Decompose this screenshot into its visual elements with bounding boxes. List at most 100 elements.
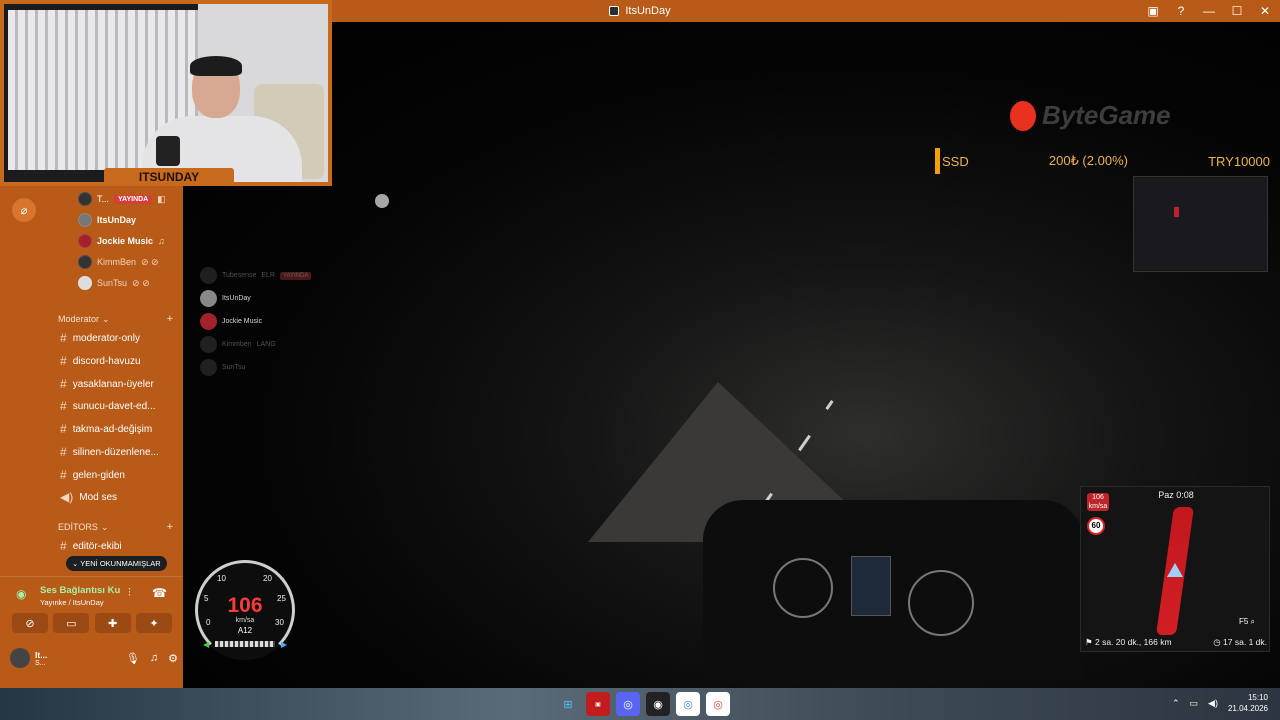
- voice-connection-channel[interactable]: Yayınke / ItsUnDay: [40, 598, 104, 607]
- add-channel-icon[interactable]: +: [167, 521, 173, 533]
- live-badge: YAYINDA: [280, 271, 312, 280]
- avatar: [200, 313, 217, 330]
- hotkey-label: F5: [1238, 617, 1249, 626]
- channel-yasaklanan-uyeler[interactable]: # yasaklanan-üyeler: [60, 377, 172, 391]
- screen-share-button[interactable]: ▭: [53, 613, 90, 633]
- channel-name: silinen-düzenlene...: [72, 446, 159, 458]
- voice-overlay-name: SunTsu: [222, 364, 246, 371]
- clock[interactable]: 15:10 21.04.2026: [1228, 692, 1268, 714]
- avatar: [200, 359, 217, 376]
- moon: [375, 194, 389, 208]
- gps-navigation[interactable]: Paz 0:08 106 km/sa 60 F5 ⌕ ⚑ 2 sa. 20 dk…: [1080, 486, 1270, 652]
- gear-icon[interactable]: ⚙: [168, 652, 178, 665]
- camera-off-button[interactable]: ⊘: [12, 613, 48, 633]
- activities-button[interactable]: ✚: [94, 613, 131, 633]
- obs-icon[interactable]: ◉: [646, 692, 670, 716]
- speed-unit: km/sa: [235, 617, 255, 624]
- game-view[interactable]: ByteGame SSD 200₺ (2.00%) TRY10000 Tubes…: [183, 22, 1280, 688]
- tachometer-gauge: [773, 558, 833, 618]
- discord-icon[interactable]: ◎: [616, 692, 640, 716]
- voice-member[interactable]: Jockie Music ♫: [78, 234, 165, 248]
- microphone-icon: [156, 136, 180, 166]
- channel-name: sunucu-davet-ed...: [72, 400, 156, 412]
- avatar: [200, 267, 217, 284]
- channel-sunucu-davet[interactable]: # sunucu-davet-ed...: [60, 399, 172, 413]
- user-name: It...: [35, 649, 48, 660]
- tail-light: [1174, 207, 1179, 217]
- category-moderator[interactable]: Moderator ⌄ +: [58, 313, 173, 325]
- hash-icon: #: [60, 445, 67, 459]
- channel-moderator-only[interactable]: # moderator-only: [60, 331, 172, 345]
- screen: ItsUnDay ▣ ? — ☐ ✕ ByteGame SSD 200₺ (2.…: [0, 0, 1280, 720]
- channel-gelen-giden[interactable]: # gelen-giden: [60, 468, 172, 482]
- hash-icon: #: [60, 422, 67, 436]
- channel-mod-ses[interactable]: ◀) Mod ses: [60, 490, 172, 504]
- soundboard-button[interactable]: ✦: [135, 613, 172, 633]
- category-editors[interactable]: EDİTORS ⌄ +: [58, 521, 173, 533]
- flag-icon: ⚑: [1085, 637, 1095, 647]
- volume-icon[interactable]: ◀): [1208, 698, 1218, 709]
- zoom-hotkey[interactable]: F5 ⌕: [1239, 617, 1255, 627]
- channel-silinen[interactable]: # silinen-düzenlene...: [60, 445, 172, 459]
- trip-distance: 2 sa. 20 dk., 166 km: [1094, 637, 1172, 647]
- avatar: [200, 336, 217, 353]
- voice-member-name: KimmBen: [97, 257, 137, 267]
- streamer: [142, 56, 302, 182]
- voice-overlay-row: ItsUnDay: [200, 287, 311, 310]
- explore-servers-icon[interactable]: ⌀: [12, 198, 36, 222]
- voice-member[interactable]: T... YAYINDA ◧: [78, 192, 166, 206]
- search-icon: ⌕: [1250, 617, 1255, 626]
- maximize-button[interactable]: ☐: [1230, 4, 1244, 18]
- picture-in-picture-icon[interactable]: ▣: [1146, 4, 1160, 18]
- microphone-icon[interactable]: 🎙︎: [126, 652, 140, 665]
- streamer-hair: [190, 56, 242, 76]
- channel-name: discord-havuzu: [72, 355, 141, 367]
- channel-takma-ad[interactable]: # takma-ad-değişim: [60, 422, 172, 436]
- voice-member[interactable]: KimmBen ⊘ ⊘: [78, 255, 159, 269]
- hash-icon: #: [60, 468, 67, 482]
- window-controls: ▣ ? — ☐ ✕: [1146, 0, 1272, 22]
- fuel-level: [215, 641, 275, 647]
- windows-start-icon[interactable]: ⊞: [556, 692, 580, 716]
- user-avatar[interactable]: [10, 648, 30, 668]
- hash-icon: #: [60, 354, 67, 368]
- noise-suppression-icon[interactable]: ⫶: [128, 587, 131, 600]
- category-name: Moderator: [58, 314, 100, 324]
- app-icon[interactable]: ▣: [586, 692, 610, 716]
- road-name: A12: [237, 626, 253, 635]
- voice-member[interactable]: SunTsu ⊘ ⊘: [78, 276, 150, 290]
- voice-overlay-row: Tubesense ELR YAYINDA: [200, 264, 312, 287]
- voice-overlay-extra: LANG: [256, 341, 276, 348]
- chevron-up-icon[interactable]: ⌃: [1172, 698, 1180, 709]
- chrome-icon[interactable]: ◎: [706, 692, 730, 716]
- speed-tick: 20: [263, 574, 272, 583]
- game-time: Paz 0:08: [1158, 490, 1194, 500]
- help-icon[interactable]: ?: [1174, 4, 1188, 18]
- hash-icon: #: [60, 331, 67, 345]
- channel-name: gelen-giden: [72, 469, 125, 481]
- user-info[interactable]: It... S...: [35, 650, 47, 667]
- disconnect-icon[interactable]: ☎: [152, 586, 167, 600]
- headphone-icon[interactable]: ♫: [150, 652, 158, 665]
- voice-overlay-extra: ELR: [261, 272, 275, 279]
- speed-value: 106: [227, 594, 263, 617]
- voice-member[interactable]: ItsUnDay: [78, 213, 136, 227]
- truck-dashboard: [703, 500, 1083, 680]
- chrome-icon[interactable]: ◎: [676, 692, 700, 716]
- left-signal-icon: ◀: [203, 639, 210, 649]
- user-panel: It... S... 🎙︎ ♫ ⚙: [10, 645, 178, 671]
- close-button[interactable]: ✕: [1258, 4, 1272, 18]
- channel-editor-ekibi[interactable]: # editör-ekibi: [60, 539, 172, 553]
- current-speed: 106: [1092, 494, 1104, 501]
- channel-discord-havuzu[interactable]: # discord-havuzu: [60, 354, 172, 368]
- signal-icon: ◉: [16, 587, 27, 601]
- channel-name: yasaklanan-üyeler: [72, 378, 154, 390]
- eta-value: 17 sa. 1 dk.: [1223, 637, 1267, 647]
- avatar: [78, 276, 92, 290]
- minimize-button[interactable]: —: [1202, 4, 1216, 18]
- network-icon[interactable]: ▭: [1190, 698, 1199, 709]
- clock-date: 21.04.2026: [1227, 704, 1268, 713]
- unread-messages-button[interactable]: ⌄ YENİ OKUNMAMIŞLAR: [66, 556, 167, 571]
- muted-icon: ⊘ ⊘: [132, 277, 150, 288]
- add-channel-icon[interactable]: +: [167, 313, 173, 325]
